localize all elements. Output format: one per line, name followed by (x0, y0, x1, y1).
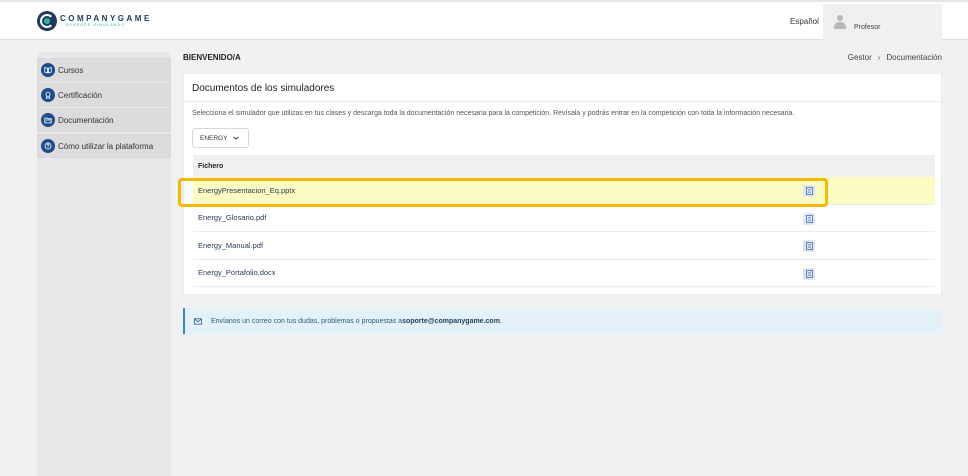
divider (184, 101, 941, 102)
file-name[interactable]: Energy_Manual.pdf (198, 241, 263, 250)
sidebar-item-label: Cursos (58, 65, 84, 75)
breadcrumb-item-documentacion: Documentación (886, 53, 942, 62)
help-icon (41, 139, 55, 153)
sidebar-item-label: Cómo utilizar la plataforma (58, 141, 154, 151)
breadcrumb-item-gestor[interactable]: Gestor (848, 53, 872, 62)
chevron-down-icon (233, 136, 239, 140)
documents-card: Documentos de los simuladores Selecciona… (183, 73, 942, 295)
document-icon (805, 269, 813, 278)
table-row: Energy_Manual.pdf (193, 232, 935, 260)
simulator-select[interactable]: ENERGY (192, 128, 249, 148)
file-name[interactable]: Energy_Portafolio.docx (198, 268, 276, 277)
download-button[interactable] (803, 212, 815, 225)
card-title: Documentos de los simuladores (192, 83, 335, 94)
sidebar-item-documentacion[interactable]: Documentación (37, 108, 171, 132)
sidebar-item-label: Certificación (58, 90, 103, 100)
user-menu[interactable]: Profesor (823, 4, 942, 42)
alert-end: . (499, 317, 502, 325)
sidebar-item-cursos[interactable]: Cursos (37, 58, 171, 82)
chevron-right-icon: › (877, 53, 881, 62)
company-logo[interactable]: COMPANYGAME APRENDE SIMULANDO (37, 11, 152, 31)
alert-text: Envíanos un correo con tus dudas, proble… (211, 317, 403, 325)
card-description: Selecciona el simulador que utilizas en … (192, 110, 795, 117)
sidebar: Cursos Certificación Documentación Cómo … (37, 52, 171, 476)
document-icon (805, 242, 813, 250)
table-row: Energy_Portafolio.docx (193, 260, 935, 287)
simulator-select-value: ENERGY (200, 134, 228, 142)
support-alert: Envíanos un correo con tus dudas, proble… (183, 308, 942, 334)
files-table: Fichero EnergyPresentacion_Eq.pptx Energ… (193, 155, 935, 287)
file-name[interactable]: EnergyPresentacion_Eq.pptx (198, 186, 295, 195)
table-header-fichero: Fichero (193, 155, 935, 177)
folder-icon (41, 113, 55, 127)
language-selector[interactable]: Español (790, 17, 819, 26)
document-icon (805, 214, 813, 223)
award-icon (41, 88, 55, 102)
sidebar-item-certificacion[interactable]: Certificación (37, 83, 171, 107)
user-name: Profesor (854, 24, 881, 31)
page-title: BIENVENIDO/A (183, 53, 241, 62)
download-button[interactable] (803, 240, 815, 252)
sidebar-item-label: Documentación (58, 115, 114, 125)
document-icon (805, 187, 813, 195)
download-button[interactable] (803, 267, 815, 280)
file-name[interactable]: Energy_Glosario.pdf (198, 213, 266, 222)
logo-tagline: APRENDE SIMULANDO (66, 23, 126, 27)
top-header: COMPANYGAME APRENDE SIMULANDO Español Pr… (0, 0, 968, 42)
sidebar-item-como-utilizar[interactable]: Cómo utilizar la plataforma (37, 134, 171, 158)
mail-icon (194, 317, 202, 325)
download-button[interactable] (803, 185, 815, 197)
breadcrumb: Gestor › Documentación (848, 53, 942, 62)
logo-name: COMPANYGAME (60, 14, 152, 23)
table-row: EnergyPresentacion_Eq.pptx (193, 177, 935, 205)
support-email-link[interactable]: soporte@companygame.com (402, 318, 500, 325)
user-avatar-icon (834, 15, 846, 31)
book-icon (41, 63, 55, 77)
logo-icon (37, 11, 57, 31)
table-row: Energy_Glosario.pdf (193, 205, 935, 232)
